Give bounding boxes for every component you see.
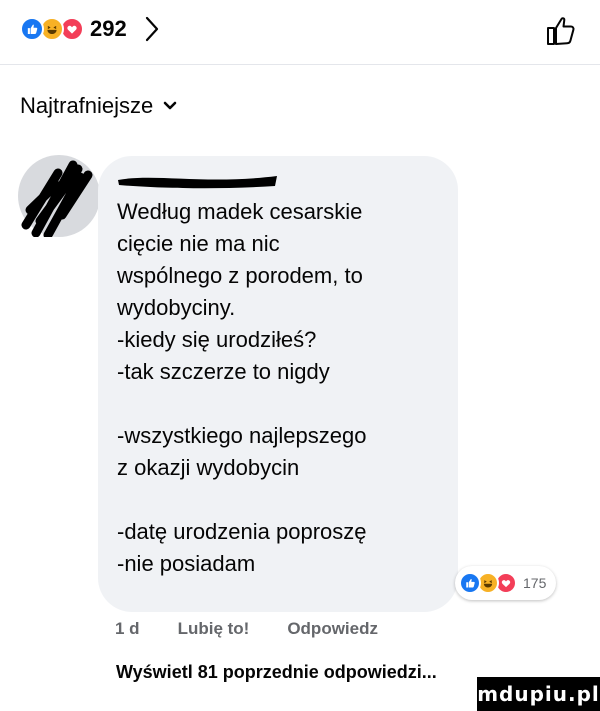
like-button[interactable]: Lubię to!: [178, 619, 250, 639]
comment-reactions[interactable]: 175: [455, 566, 557, 600]
chevron-down-icon: [163, 101, 177, 110]
chevron-right-icon: [145, 16, 158, 42]
watermark-text: mdupiu.pl: [477, 682, 600, 706]
comment-actions: 1 d Lubię to! Odpowiedz: [115, 619, 378, 639]
comment-line: [117, 484, 447, 516]
reply-button[interactable]: Odpowiedz: [287, 619, 378, 639]
view-previous-replies-link[interactable]: Wyświetl 81 poprzednie odpowiedzi...: [116, 662, 437, 683]
like-reaction-icon: [459, 572, 481, 594]
comment-reaction-count: 175: [523, 575, 547, 591]
comment-line: -wszystkiego najlepszego: [117, 423, 367, 448]
reactions-summary[interactable]: 292: [20, 16, 159, 42]
avatar-redacted-scribble: [21, 160, 93, 240]
comment-line: wydobyciny.: [117, 295, 236, 320]
comment-line: cięcie nie ma nic: [117, 231, 280, 256]
comment-text: Według madek cesarskie cięcie nie ma nic w…: [117, 196, 447, 580]
like-outline-icon[interactable]: [544, 14, 578, 48]
comment-line: z okazji wydobycin: [117, 455, 300, 480]
comment-line: wspólnego z porodem, to: [117, 263, 363, 288]
author-name-redacted: [118, 176, 277, 189]
like-reaction-icon: [20, 17, 44, 41]
sort-dropdown[interactable]: Najtrafniejsze: [20, 93, 177, 119]
reaction-count: 292: [90, 16, 127, 41]
top-bar: 292: [0, 0, 600, 65]
comment-line: -tak szczerze to nigdy: [117, 359, 330, 384]
comment-time[interactable]: 1 d: [115, 619, 140, 639]
comment-line: Według madek cesarskie: [117, 199, 363, 224]
comment-line: [117, 388, 447, 420]
comment-line: -datę urodzenia poproszę: [117, 519, 367, 544]
avatar[interactable]: [18, 155, 100, 240]
comment-line: -kiedy się urodziłeś?: [117, 327, 317, 352]
sort-label: Najtrafniejsze: [20, 93, 154, 118]
comment-line: -nie posiadam: [117, 551, 256, 576]
watermark: mdupiu.pl: [477, 677, 600, 711]
